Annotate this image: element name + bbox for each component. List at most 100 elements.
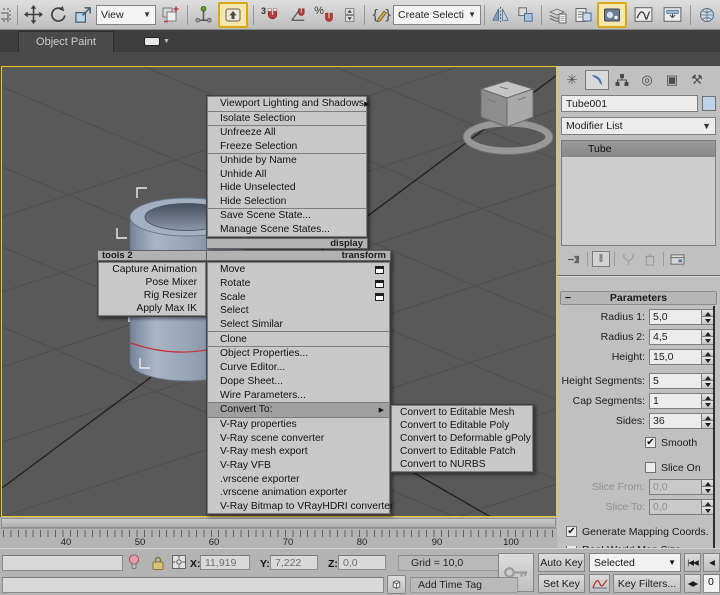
menu-item-save-scene-state[interactable]: Save Scene State... [208, 209, 366, 223]
scene-explorer-icon[interactable] [570, 2, 595, 28]
menu-item-unhide-all[interactable]: Unhide All [208, 168, 366, 182]
key-filters-button[interactable]: Key Filters... [613, 574, 681, 593]
auto-key-button[interactable]: Auto Key [538, 553, 585, 572]
menu-item-vrscene-exporter[interactable]: .vrscene exporter [208, 472, 389, 486]
tab-display-icon[interactable]: ▣ [660, 70, 684, 90]
set-key-button[interactable]: Set Key [538, 574, 585, 593]
select-rotate-icon[interactable] [46, 2, 71, 28]
default-tangent-button[interactable] [589, 574, 610, 593]
tab-create-icon[interactable]: ✳ [560, 70, 584, 90]
isolate-lightbulb-icon[interactable] [127, 553, 141, 574]
menu-item-object-properties[interactable]: Object Properties... [208, 347, 389, 361]
remove-modifier-icon[interactable] [641, 251, 659, 267]
angle-snap-toggle-icon[interactable] [285, 2, 311, 28]
param-field-sides[interactable]: 36 [649, 413, 701, 429]
adaptive-degradation-toggle[interactable] [387, 575, 406, 594]
menu-item-convert-to-nurbs[interactable]: Convert to NURBS [392, 458, 532, 471]
material-editor-icon[interactable] [597, 2, 627, 28]
menu-item-convert-to-editable-patch[interactable]: Convert to Editable Patch [392, 445, 532, 458]
z-coordinate-field[interactable]: 0,0 [338, 555, 386, 570]
menu-item-curve-editor[interactable]: Curve Editor... [208, 361, 389, 375]
stack-item-tube[interactable]: Tube [562, 141, 715, 157]
parameters-rollout-header[interactable]: − Parameters [560, 291, 717, 305]
x-coordinate-field[interactable]: 11,919 [200, 555, 250, 570]
modifier-list-dropdown[interactable]: Modifier List ▼ [561, 117, 716, 135]
menu-item-convert-to-editable-poly[interactable]: Convert to Editable Poly [392, 419, 532, 432]
selection-lock-icon[interactable] [151, 555, 165, 574]
select-manipulate-icon[interactable] [191, 2, 216, 28]
schematic-view-icon[interactable] [658, 2, 687, 28]
keyboard-shortcut-override-toggle[interactable] [218, 2, 248, 28]
menu-item-isolate-selection[interactable]: Isolate Selection [208, 112, 366, 126]
previous-frame-button[interactable]: ◀ [703, 553, 720, 572]
menu-item-rotate[interactable]: Rotate [208, 277, 389, 291]
window-crossing-icon[interactable] [1, 2, 14, 28]
track-bar-ruler[interactable]: 405060708090100 [0, 528, 557, 547]
menu-item-manage-scene-states[interactable]: Manage Scene States... [208, 223, 366, 237]
menu-item-unfreeze-all[interactable]: Unfreeze All [208, 126, 366, 140]
slice-on-checkbox-row[interactable]: Slice On [557, 460, 720, 475]
menu-item-select[interactable]: Select [208, 304, 389, 318]
menu-item-v-ray-mesh-export[interactable]: V-Ray mesh export [208, 445, 389, 459]
percent-snap-toggle-icon[interactable]: % [311, 2, 339, 28]
settings-box-icon[interactable] [375, 293, 384, 301]
settings-box-icon[interactable] [375, 266, 384, 274]
snaps-toggle-3d-icon[interactable]: 3 [257, 2, 285, 28]
menu-item-apply-max-ik[interactable]: Apply Max IK [99, 302, 205, 315]
tab-motion-icon[interactable]: ◎ [635, 70, 659, 90]
param-field-height-segments[interactable]: 5 [649, 373, 701, 389]
key-mode-dropdown[interactable]: Selected ▼ [589, 553, 681, 572]
tab-modify-icon[interactable] [585, 70, 609, 90]
tab-hierarchy-icon[interactable] [610, 70, 634, 90]
generate-mapping-row[interactable]: Generate Mapping Coords. [557, 524, 720, 539]
menu-item-v-ray-bitmap-to-vrayhdri-converter[interactable]: V-Ray Bitmap to VRayHDRI converter [208, 500, 389, 514]
edit-named-selection-sets-icon[interactable]: {} [368, 2, 393, 28]
menu-item-scale[interactable]: Scale [208, 290, 389, 304]
menu-item-convert-to-deformable-gpoly[interactable]: Convert to Deformable gPoly [392, 432, 532, 445]
render-setup-icon[interactable] [694, 2, 720, 28]
menu-item-hide-selection[interactable]: Hide Selection [208, 195, 366, 209]
menu-item-capture-animation[interactable]: Capture Animation [99, 263, 205, 276]
param-field-radius-1[interactable]: 5,0 [649, 309, 701, 325]
show-end-result-icon[interactable]: ‖ [592, 251, 610, 267]
tab-utilities-icon[interactable]: ⚒ [685, 70, 709, 90]
menu-item-unhide-by-name[interactable]: Unhide by Name [208, 154, 366, 168]
reference-coordinate-dropdown[interactable]: View ▼ [96, 5, 156, 25]
menu-item-viewport-lighting-and-shadows[interactable]: Viewport Lighting and Shadows▶ [208, 97, 366, 111]
configure-modifier-sets-icon[interactable] [668, 251, 686, 267]
helper-gizmo[interactable] [463, 81, 553, 155]
menu-item-v-ray-scene-converter[interactable]: V-Ray scene converter [208, 431, 389, 445]
menu-item-rig-resizer[interactable]: Rig Resizer [99, 289, 205, 302]
generate-mapping-checkbox[interactable] [566, 526, 577, 537]
layer-manager-icon[interactable] [545, 2, 570, 28]
go-to-start-button[interactable]: |◀◀ [684, 553, 701, 572]
select-move-icon[interactable] [21, 2, 46, 28]
use-pivot-center-icon[interactable] [156, 2, 184, 28]
param-field-radius-2[interactable]: 4,5 [649, 329, 701, 345]
menu-item-select-similar[interactable]: Select Similar [208, 318, 389, 332]
menu-item-pose-mixer[interactable]: Pose Mixer [99, 276, 205, 289]
slice-on-checkbox[interactable] [645, 462, 656, 473]
smooth-checkbox-row[interactable]: Smooth [557, 435, 720, 450]
add-time-tag[interactable]: Add Time Tag [410, 577, 518, 593]
menu-item-dope-sheet[interactable]: Dope Sheet... [208, 375, 389, 389]
menu-item-freeze-selection[interactable]: Freeze Selection [208, 140, 366, 154]
select-scale-icon[interactable] [71, 2, 96, 28]
align-icon[interactable] [513, 2, 538, 28]
param-field-height[interactable]: 15,0 [649, 349, 701, 365]
make-unique-icon[interactable] [619, 251, 637, 267]
pin-stack-icon[interactable] [565, 251, 583, 267]
curve-editor-icon[interactable] [629, 2, 658, 28]
absolute-offset-mode-icon[interactable] [171, 554, 187, 573]
spinner-snap-toggle-icon[interactable] [339, 2, 361, 28]
menu-item-v-ray-properties[interactable]: V-Ray properties [208, 418, 389, 432]
menu-item-hide-unselected[interactable]: Hide Unselected [208, 181, 366, 195]
settings-box-icon[interactable] [375, 280, 384, 288]
menu-item-convert-to[interactable]: Convert To:▶ [208, 403, 389, 417]
menu-item-wire-parameters[interactable]: Wire Parameters... [208, 388, 389, 402]
menu-item-vrscene-animation-exporter[interactable]: .vrscene animation exporter [208, 486, 389, 500]
object-name-field[interactable]: Tube001 [561, 95, 698, 112]
param-field-cap-segments[interactable]: 1 [649, 393, 701, 409]
current-frame-field[interactable]: 0 [703, 574, 720, 593]
named-selection-sets-dropdown[interactable]: Create Selection Se ▼ [393, 5, 481, 25]
